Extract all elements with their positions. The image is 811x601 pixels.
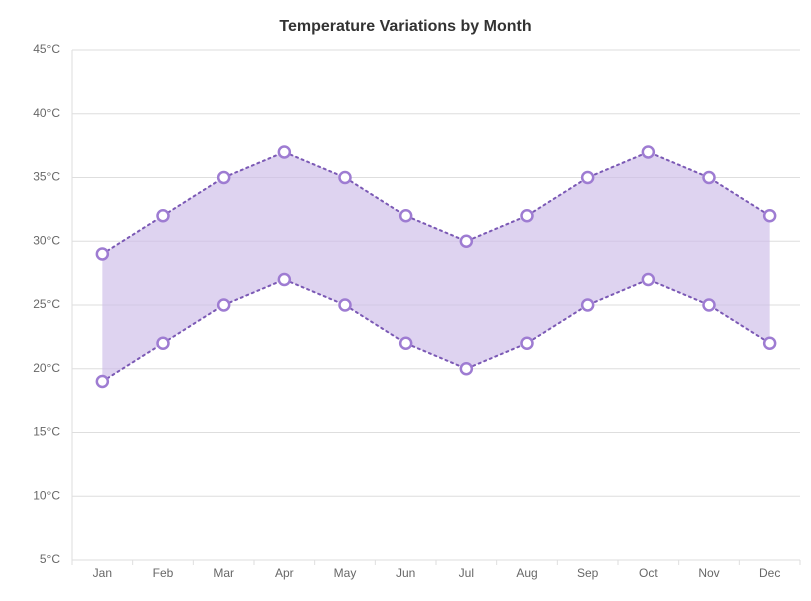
high-marker — [279, 147, 290, 158]
low-marker — [764, 338, 775, 349]
range-fill — [102, 152, 769, 382]
range-area-chart: 5°C 10°C 15°C 20°C 25°C 30°C 35°C 40°C 45°C Jan Fe… — [0, 0, 811, 601]
low-marker — [522, 338, 533, 349]
high-marker — [522, 210, 533, 221]
y-tick-label: 10°C — [33, 488, 60, 502]
x-tick-label: Apr — [275, 566, 294, 580]
x-tick-label: Jan — [93, 566, 112, 580]
high-marker — [97, 249, 108, 260]
low-marker — [582, 300, 593, 311]
high-marker — [400, 210, 411, 221]
y-tick-label: 35°C — [33, 170, 60, 184]
y-tick-label: 25°C — [33, 297, 60, 311]
low-marker — [400, 338, 411, 349]
x-tick-label: May — [334, 566, 357, 580]
low-marker — [97, 376, 108, 387]
x-tick-label: Mar — [213, 566, 234, 580]
high-marker — [340, 172, 351, 183]
x-tick-label: Feb — [153, 566, 174, 580]
high-marker — [643, 147, 654, 158]
x-tick-label: Nov — [698, 566, 719, 580]
x-tick-label: Jul — [459, 566, 474, 580]
high-marker — [582, 172, 593, 183]
x-tick-label: Aug — [516, 566, 537, 580]
y-tick-label: 15°C — [33, 425, 60, 439]
high-marker — [461, 236, 472, 247]
low-marker — [158, 338, 169, 349]
y-tick-label: 20°C — [33, 361, 60, 375]
low-marker — [461, 363, 472, 374]
x-tick-label: Sep — [577, 566, 599, 580]
y-tick-label: 45°C — [33, 42, 60, 56]
x-tick-label: Dec — [759, 566, 780, 580]
low-marker — [218, 300, 229, 311]
y-tick-label: 30°C — [33, 233, 60, 247]
x-tick-label: Jun — [396, 566, 415, 580]
low-marker — [279, 274, 290, 285]
low-marker — [340, 300, 351, 311]
y-tick-label: 5°C — [40, 552, 60, 566]
low-marker — [643, 274, 654, 285]
high-marker — [764, 210, 775, 221]
high-marker — [704, 172, 715, 183]
low-marker — [704, 300, 715, 311]
high-marker — [218, 172, 229, 183]
y-tick-label: 40°C — [33, 106, 60, 120]
x-tick-label: Oct — [639, 566, 658, 580]
high-marker — [158, 210, 169, 221]
